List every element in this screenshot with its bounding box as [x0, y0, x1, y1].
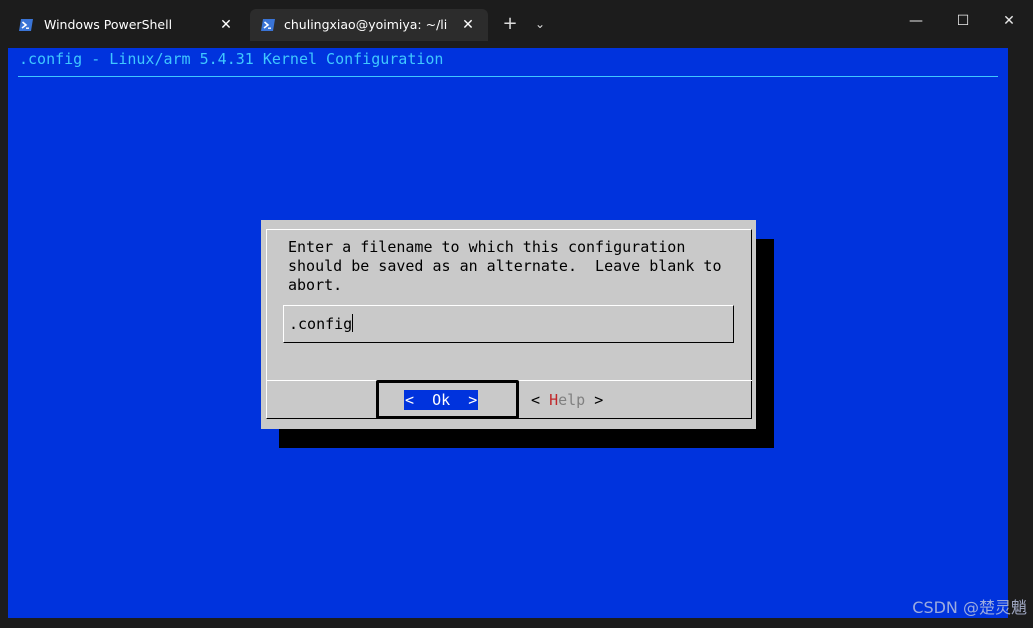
- filename-input[interactable]: .config: [283, 305, 734, 343]
- close-icon[interactable]: ✕: [218, 17, 234, 33]
- save-as-dialog: Enter a filename to which this configura…: [261, 220, 756, 429]
- window-close-button[interactable]: ✕: [994, 8, 1024, 34]
- powershell-icon: [261, 19, 275, 31]
- watermark: CSDN @楚灵魈: [912, 598, 1027, 617]
- tab-title: Windows PowerShell: [44, 17, 173, 32]
- terminal-screen[interactable]: .config - Linux/arm 5.4.31 Kernel Config…: [8, 48, 1008, 618]
- ok-button[interactable]: < Ok >: [404, 390, 479, 410]
- text-cursor: [352, 314, 354, 332]
- help-button[interactable]: < Help >: [531, 390, 603, 410]
- title-divider: [18, 76, 998, 77]
- tab-windows-powershell[interactable]: Windows PowerShell ✕: [8, 9, 246, 41]
- tab-ssh-session[interactable]: chulingxiao@yoimiya: ~/linux ✕: [250, 9, 488, 41]
- powershell-icon: [19, 19, 33, 31]
- tab-title: chulingxiao@yoimiya: ~/linux: [284, 17, 448, 32]
- chevron-down-icon[interactable]: ⌄: [530, 14, 550, 34]
- minimize-button[interactable]: —: [901, 8, 931, 34]
- new-tab-button[interactable]: +: [500, 14, 520, 34]
- dialog-message: Enter a filename to which this configura…: [288, 238, 722, 294]
- title-bar: Windows PowerShell ✕ chulingxiao@yoimiya…: [0, 0, 1033, 48]
- menuconfig-title: .config - Linux/arm 5.4.31 Kernel Config…: [19, 50, 444, 68]
- filename-value[interactable]: .config: [289, 314, 354, 334]
- maximize-button[interactable]: ☐: [948, 8, 978, 34]
- close-icon[interactable]: ✕: [460, 17, 476, 33]
- help-hotkey: H: [549, 391, 559, 409]
